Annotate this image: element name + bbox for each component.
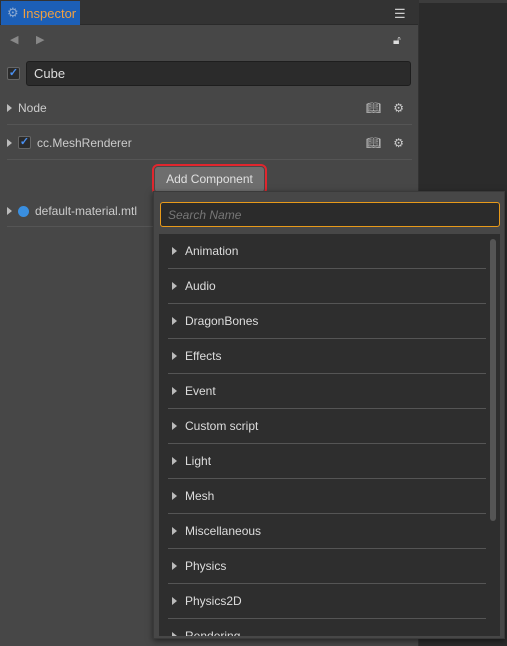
- expand-arrow-icon: [172, 317, 177, 325]
- category-item[interactable]: DragonBones: [168, 304, 486, 339]
- category-item[interactable]: Rendering: [168, 619, 486, 636]
- category-label: Light: [185, 454, 212, 468]
- category-label: Effects: [185, 349, 222, 363]
- category-label: Rendering: [185, 629, 241, 636]
- component-category-list: Animation Audio DragonBones Effects Event Cus…: [159, 234, 500, 636]
- node-enabled-checkbox[interactable]: ✓: [7, 67, 20, 80]
- expand-arrow-icon: [172, 597, 177, 605]
- expand-arrow-icon: [172, 247, 177, 255]
- category-item[interactable]: Mesh: [168, 479, 486, 514]
- category-label: Audio: [185, 279, 216, 293]
- expand-arrow-icon: [172, 387, 177, 395]
- expand-arrow-icon: [172, 352, 177, 360]
- unlock-icon[interactable]: 🔓︎: [393, 33, 401, 48]
- section-node[interactable]: Node 📖︎ ⚙: [7, 91, 412, 125]
- expand-arrow-icon: [172, 282, 177, 290]
- category-label: Physics2D: [185, 594, 242, 608]
- category-item[interactable]: Audio: [168, 269, 486, 304]
- gear-icon: ⚙: [7, 5, 19, 20]
- menu-icon[interactable]: ☰: [394, 6, 406, 22]
- category-item[interactable]: Event: [168, 374, 486, 409]
- category-label: Mesh: [185, 489, 215, 503]
- back-arrow-icon[interactable]: ◀: [10, 33, 18, 46]
- expand-arrow-icon: [172, 632, 177, 636]
- category-label: Animation: [185, 244, 239, 258]
- category-label: Event: [185, 384, 216, 398]
- expand-arrow-icon: [172, 457, 177, 465]
- add-component-button[interactable]: Add Component: [152, 164, 267, 195]
- section-meshrenderer[interactable]: ✓ cc.MeshRenderer 📖︎ ⚙: [7, 126, 412, 160]
- category-item[interactable]: Custom script: [168, 409, 486, 444]
- add-component-dropdown: Search Name Animation Audio DragonBones Eff…: [153, 191, 505, 639]
- category-label: DragonBones: [185, 314, 259, 328]
- component-enabled-checkbox[interactable]: ✓: [18, 136, 31, 149]
- expand-arrow-icon: [172, 562, 177, 570]
- expand-arrow-icon[interactable]: [7, 138, 12, 147]
- help-book-icon[interactable]: 📖︎: [366, 136, 381, 150]
- expand-arrow-icon: [172, 422, 177, 430]
- category-label: Miscellaneous: [185, 524, 262, 538]
- settings-gear-icon[interactable]: ⚙: [393, 101, 404, 115]
- category-item[interactable]: Animation: [168, 234, 486, 269]
- tab-bar: ⚙ Inspector ☰: [0, 0, 418, 25]
- expand-arrow-icon[interactable]: [7, 103, 12, 112]
- node-name-input[interactable]: Cube: [26, 61, 411, 86]
- tab-label: Inspector: [22, 5, 77, 21]
- expand-arrow-icon: [172, 527, 177, 535]
- expand-arrow-icon[interactable]: [7, 207, 12, 215]
- category-item[interactable]: Miscellaneous: [168, 514, 486, 549]
- category-label: Custom script: [185, 419, 259, 433]
- material-globe-icon: [18, 205, 29, 217]
- search-input[interactable]: Search Name: [160, 202, 500, 227]
- category-item[interactable]: Physics: [168, 549, 486, 584]
- category-label: Physics: [185, 559, 227, 573]
- section-label: Node: [18, 100, 47, 115]
- category-item[interactable]: Effects: [168, 339, 486, 374]
- settings-gear-icon[interactable]: ⚙: [393, 136, 404, 150]
- tab-inspector[interactable]: ⚙ Inspector: [1, 1, 80, 25]
- material-label: default-material.mtl: [35, 204, 138, 218]
- expand-arrow-icon: [172, 492, 177, 500]
- forward-arrow-icon[interactable]: ▶: [36, 33, 44, 46]
- scrollbar[interactable]: [490, 239, 496, 521]
- category-item[interactable]: Light: [168, 444, 486, 479]
- section-label: cc.MeshRenderer: [37, 135, 132, 150]
- category-item[interactable]: Physics2D: [168, 584, 486, 619]
- help-book-icon[interactable]: 📖︎: [366, 101, 381, 115]
